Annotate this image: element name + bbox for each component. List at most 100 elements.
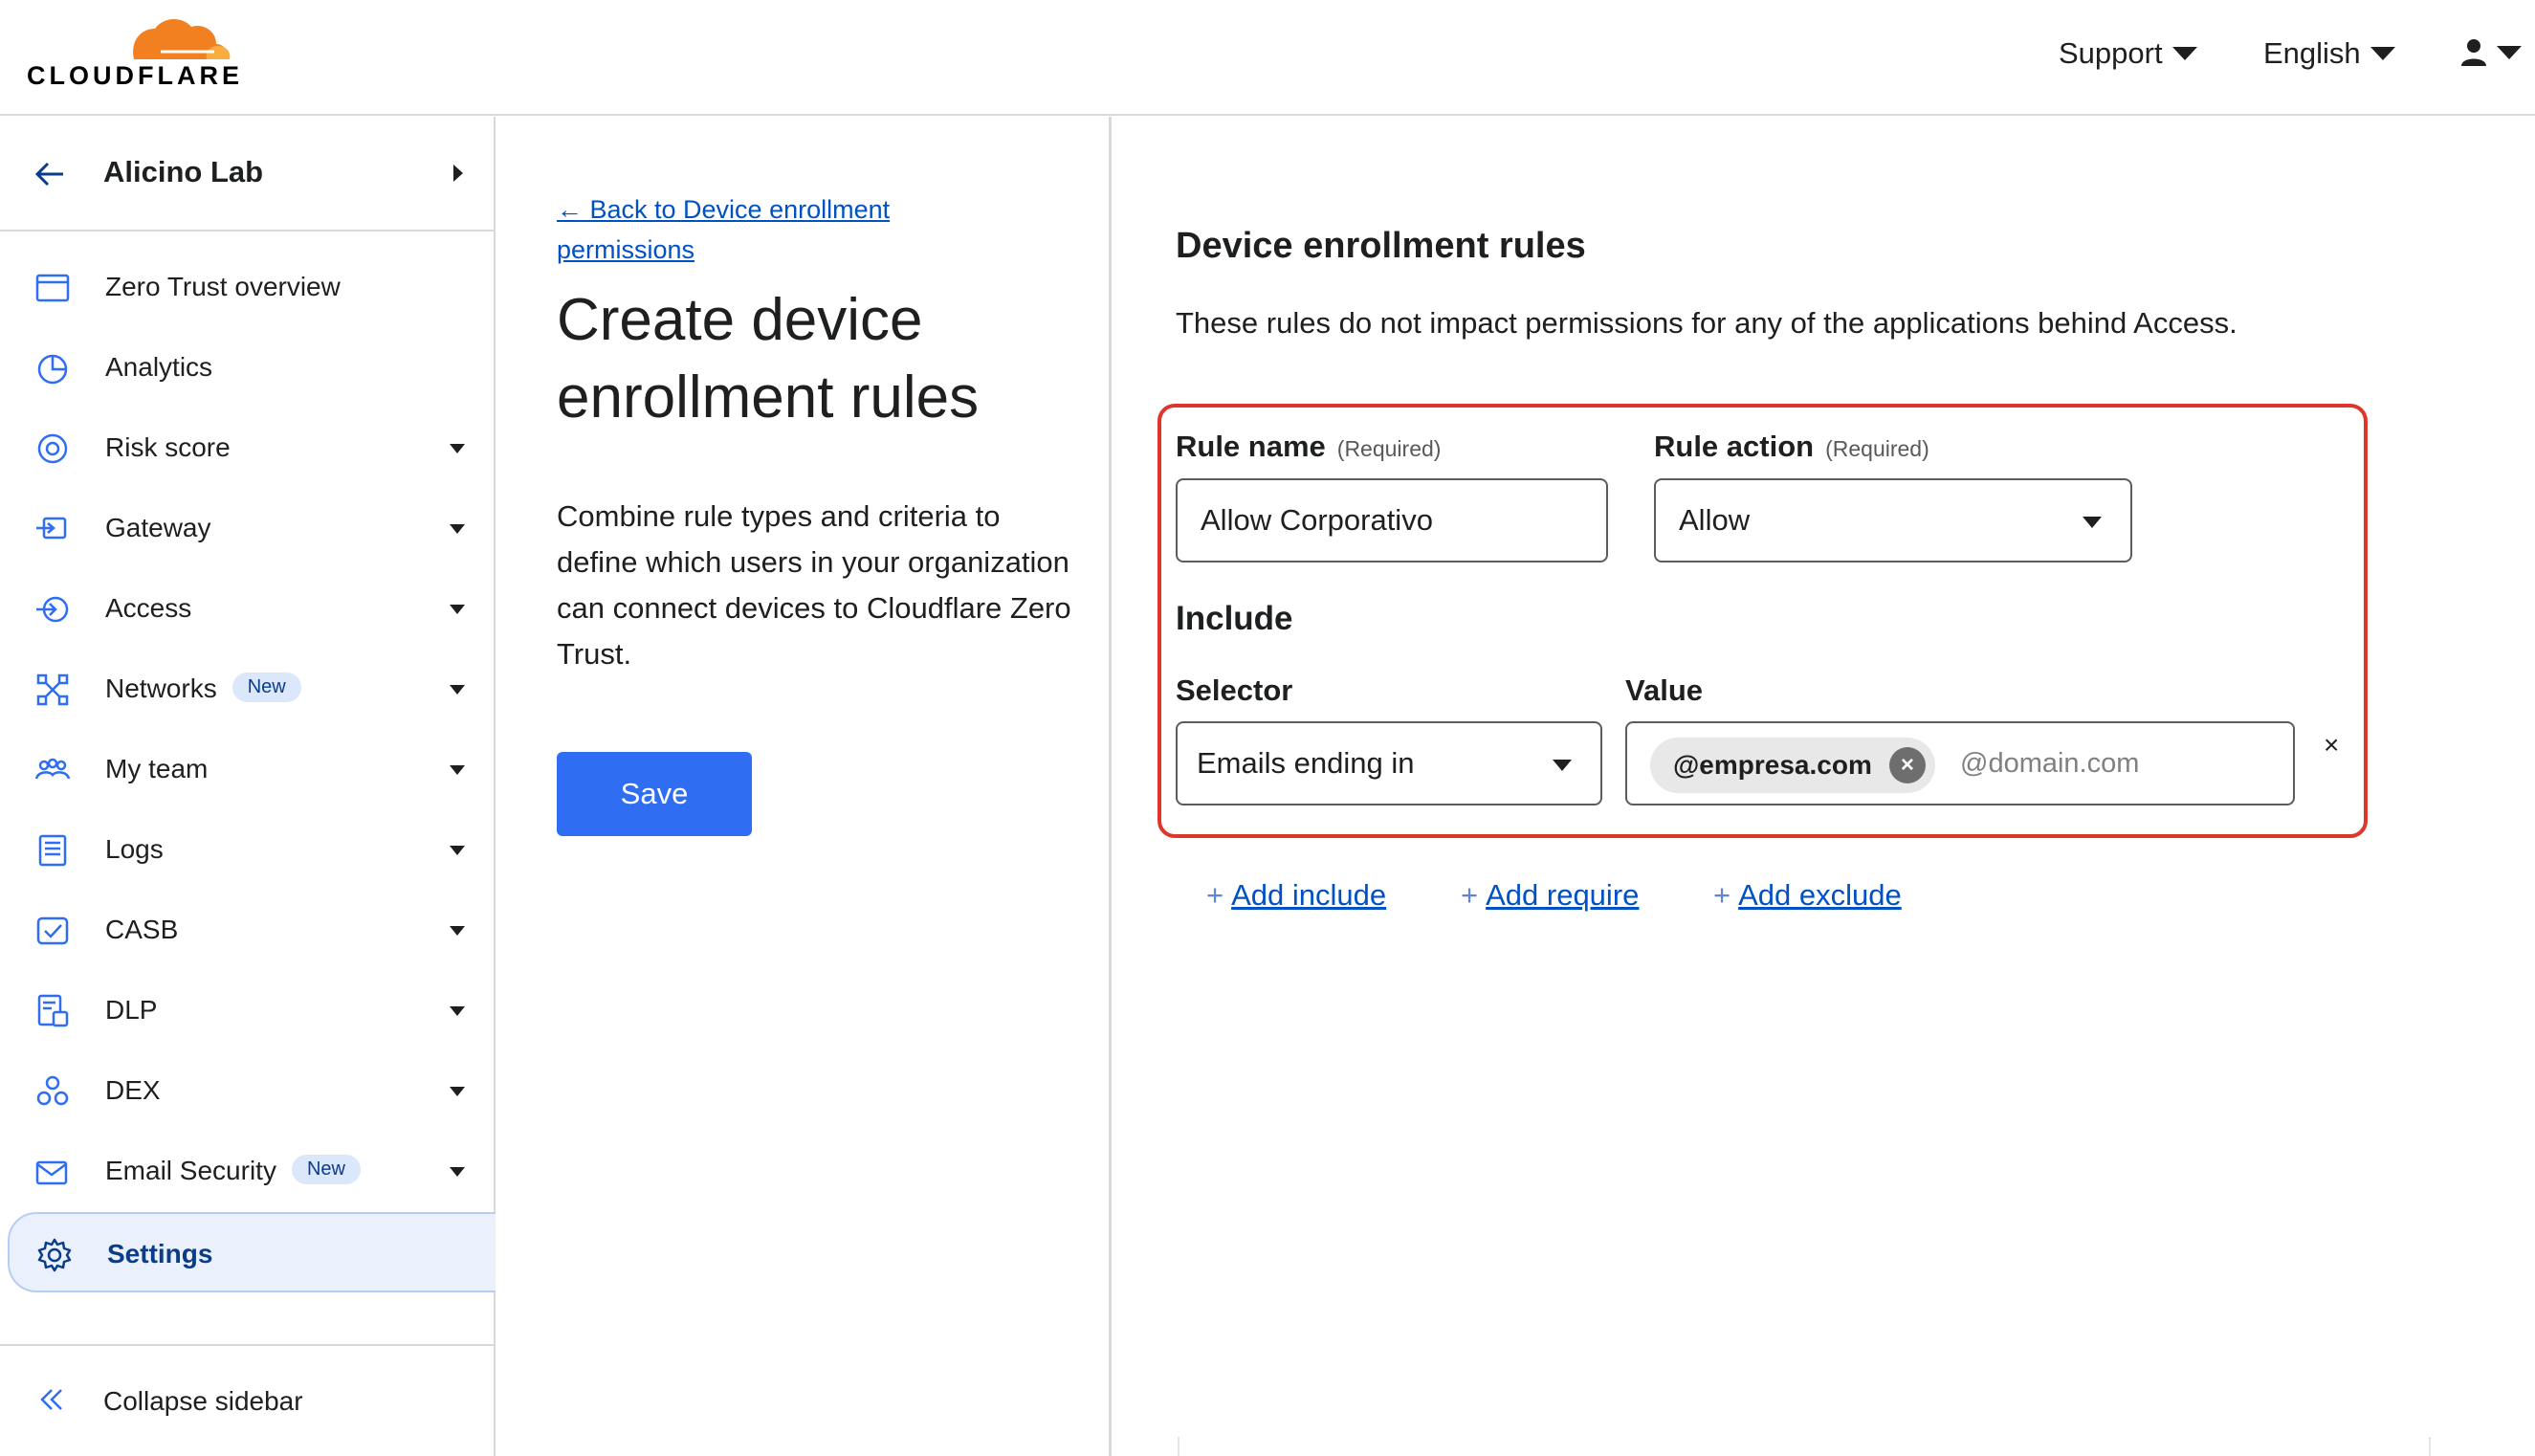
selector-value: Emails ending in	[1197, 746, 1415, 780]
language-menu[interactable]: English	[2263, 36, 2395, 71]
plus-icon: +	[1713, 878, 1731, 912]
value-chip: @empresa.com ×	[1650, 738, 1935, 793]
rule-action-value: Allow	[1679, 503, 1751, 537]
chevron-down-icon[interactable]	[450, 926, 465, 936]
logs-icon	[38, 834, 67, 867]
sidebar-item-label: CASB	[105, 915, 179, 944]
chevron-down-icon[interactable]	[450, 685, 465, 695]
remove-row-icon[interactable]: ×	[2324, 730, 2339, 761]
arrow-left-icon[interactable]	[33, 157, 67, 191]
rule-action-select[interactable]: Allow	[1654, 478, 2132, 563]
language-menu-label: English	[2263, 36, 2361, 70]
sidebar-item-networks[interactable]: Networks New	[0, 649, 494, 729]
chevron-down-icon	[2083, 517, 2102, 528]
account-switcher[interactable]: Alicino Lab	[0, 117, 494, 232]
new-badge: New	[231, 673, 301, 703]
sidebar-item-label: DLP	[105, 995, 158, 1025]
sidebar-item-label: Access	[105, 593, 192, 623]
chevron-down-icon[interactable]	[450, 1087, 465, 1096]
account-name: Alicino Lab	[103, 155, 264, 188]
sidebar-item-casb[interactable]: CASB	[0, 890, 494, 970]
sidebar-item-label: Logs	[105, 834, 164, 864]
sidebar-item-dlp[interactable]: DLP	[0, 970, 494, 1050]
rule-name-input[interactable]: Allow Corporativo	[1176, 478, 1608, 563]
sidebar-item-label-text: Email Security	[105, 1156, 276, 1185]
save-button[interactable]: Save	[557, 752, 752, 836]
sidebar-item-email-security[interactable]: Email Security New	[0, 1131, 494, 1211]
collapse-sidebar-label: Collapse sidebar	[103, 1386, 303, 1416]
gear-icon	[37, 1238, 72, 1272]
required-hint: (Required)	[1336, 436, 1442, 461]
add-require-label: Add require	[1486, 878, 1640, 912]
chip-remove-icon[interactable]: ×	[1888, 747, 1926, 783]
back-to-device-enrollment-link[interactable]: ← Back to Device enrollment permissions	[557, 189, 978, 270]
dex-icon	[36, 1075, 69, 1106]
sidebar-item-analytics[interactable]: Analytics	[0, 327, 494, 408]
chevron-right-icon	[453, 165, 463, 182]
chevron-down-icon[interactable]	[450, 605, 465, 614]
section-description: These rules do not impact permissions fo…	[1176, 306, 2237, 340]
collapse-sidebar-button[interactable]: Collapse sidebar	[0, 1344, 494, 1456]
selector-label: Selector	[1176, 673, 1293, 707]
add-exclude-label: Add exclude	[1738, 878, 1902, 912]
sidebar-item-label: DEX	[105, 1075, 161, 1105]
rules-panel: Device enrollment rules These rules do n…	[1114, 117, 2535, 1456]
panel-bottom-edge	[1178, 1437, 2431, 1456]
sidebar-item-my-team[interactable]: My team	[0, 729, 494, 809]
sidebar-item-access[interactable]: Access	[0, 568, 494, 649]
support-menu[interactable]: Support	[2059, 36, 2197, 71]
sidebar-item-zero-trust-overview[interactable]: Zero Trust overview	[0, 247, 494, 327]
section-title: Device enrollment rules	[1176, 226, 1586, 266]
value-chip-label: @empresa.com	[1673, 750, 1872, 780]
sidebar-item-dex[interactable]: DEX	[0, 1050, 494, 1131]
team-icon	[34, 758, 71, 780]
pie-chart-icon	[37, 354, 68, 385]
chevron-down-icon	[2497, 46, 2522, 59]
logo-text: CLOUDFLARE	[27, 61, 243, 90]
page-description: Combine rule types and criteria to defin…	[557, 499, 1071, 671]
rule-action-label-text: Rule action	[1654, 430, 1815, 463]
chevron-down-icon[interactable]	[450, 846, 465, 855]
rule-name-label: Rule name (Required)	[1176, 430, 1441, 464]
new-badge: New	[291, 1155, 361, 1185]
sidebar: Alicino Lab Zero Trust overview Analytic…	[0, 117, 496, 1456]
intro-panel: ← Back to Device enrollment permissions …	[497, 117, 1112, 1456]
add-include-link[interactable]: + Add include	[1206, 878, 1386, 913]
sidebar-item-label: Email Security New	[105, 1155, 361, 1187]
cloudflare-logo[interactable]: CLOUDFLARE	[27, 13, 239, 90]
network-icon	[36, 673, 69, 706]
support-menu-label: Support	[2059, 36, 2163, 70]
top-bar: CLOUDFLARE Support English	[0, 0, 2535, 116]
chevron-down-icon[interactable]	[450, 765, 465, 775]
user-menu[interactable]	[2460, 38, 2522, 67]
sidebar-item-label: Zero Trust overview	[105, 272, 341, 301]
plus-icon: +	[1461, 878, 1479, 912]
rule-name-value: Allow Corporativo	[1201, 503, 1433, 537]
page-title: Create device enrollment rules	[557, 287, 980, 430]
sidebar-item-label: Risk score	[105, 432, 231, 462]
risk-gauge-icon	[37, 433, 68, 464]
chevron-down-icon[interactable]	[450, 444, 465, 453]
sidebar-item-settings[interactable]: Settings	[8, 1212, 496, 1292]
sidebar-item-gateway[interactable]: Gateway	[0, 488, 494, 568]
add-exclude-link[interactable]: + Add exclude	[1713, 878, 1902, 913]
rule-name-label-text: Rule name	[1176, 430, 1326, 463]
sidebar-item-risk-score[interactable]: Risk score	[0, 408, 494, 488]
cloud-logo-icon	[133, 18, 231, 59]
sidebar-item-label-text: Networks	[105, 673, 217, 703]
chevron-down-icon[interactable]	[450, 524, 465, 534]
value-placeholder: @domain.com	[1960, 748, 2140, 779]
chevron-down-icon[interactable]	[450, 1167, 465, 1177]
chevron-down-icon	[2171, 47, 2197, 60]
email-security-icon	[35, 1160, 68, 1185]
selector-select[interactable]: Emails ending in	[1176, 721, 1602, 805]
value-input[interactable]: @empresa.com × @domain.com	[1625, 721, 2295, 805]
add-include-label: Add include	[1231, 878, 1387, 912]
value-label: Value	[1625, 673, 1703, 707]
add-require-link[interactable]: + Add require	[1461, 878, 1639, 913]
chevron-down-icon[interactable]	[450, 1006, 465, 1016]
access-icon	[36, 596, 69, 623]
sidebar-item-logs[interactable]: Logs	[0, 809, 494, 890]
sidebar-item-label: Gateway	[105, 513, 211, 542]
casb-icon	[36, 916, 69, 945]
